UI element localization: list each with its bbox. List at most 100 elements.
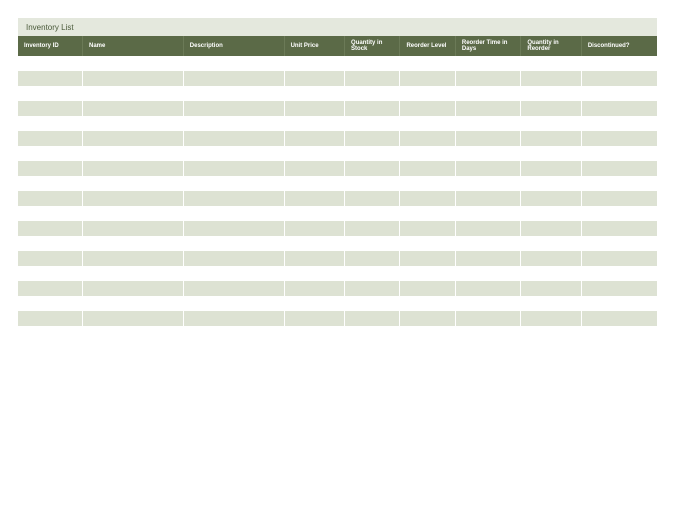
table-cell[interactable] — [183, 191, 284, 206]
table-cell[interactable] — [18, 56, 83, 71]
table-cell[interactable] — [345, 236, 400, 251]
table-cell[interactable] — [83, 116, 184, 131]
table-cell[interactable] — [581, 311, 657, 326]
table-cell[interactable] — [18, 131, 83, 146]
table-cell[interactable] — [581, 71, 657, 86]
table-cell[interactable] — [521, 176, 581, 191]
table-cell[interactable] — [581, 221, 657, 236]
table-cell[interactable] — [400, 221, 455, 236]
table-cell[interactable] — [521, 101, 581, 116]
table-cell[interactable] — [18, 251, 83, 266]
table-cell[interactable] — [83, 221, 184, 236]
table-cell[interactable] — [581, 86, 657, 101]
table-cell[interactable] — [284, 311, 344, 326]
table-cell[interactable] — [345, 176, 400, 191]
table-cell[interactable] — [581, 296, 657, 311]
table-cell[interactable] — [18, 191, 83, 206]
table-cell[interactable] — [345, 281, 400, 296]
table-cell[interactable] — [83, 71, 184, 86]
table-cell[interactable] — [521, 86, 581, 101]
table-cell[interactable] — [521, 281, 581, 296]
table-cell[interactable] — [18, 296, 83, 311]
table-cell[interactable] — [521, 191, 581, 206]
table-cell[interactable] — [284, 161, 344, 176]
table-cell[interactable] — [284, 101, 344, 116]
table-cell[interactable] — [400, 281, 455, 296]
table-cell[interactable] — [455, 236, 521, 251]
table-cell[interactable] — [521, 161, 581, 176]
table-cell[interactable] — [455, 131, 521, 146]
header-quantity-stock[interactable]: Quantity in Stock — [345, 36, 400, 56]
table-cell[interactable] — [455, 146, 521, 161]
table-cell[interactable] — [581, 131, 657, 146]
table-cell[interactable] — [455, 56, 521, 71]
table-cell[interactable] — [581, 236, 657, 251]
table-cell[interactable] — [400, 191, 455, 206]
table-cell[interactable] — [521, 56, 581, 71]
table-cell[interactable] — [18, 116, 83, 131]
table-cell[interactable] — [455, 311, 521, 326]
table-cell[interactable] — [581, 281, 657, 296]
table-cell[interactable] — [83, 86, 184, 101]
header-discontinued[interactable]: Discontinued? — [581, 36, 657, 56]
table-cell[interactable] — [455, 71, 521, 86]
table-cell[interactable] — [400, 56, 455, 71]
table-cell[interactable] — [284, 131, 344, 146]
table-cell[interactable] — [183, 71, 284, 86]
table-cell[interactable] — [521, 251, 581, 266]
table-cell[interactable] — [345, 56, 400, 71]
table-cell[interactable] — [400, 296, 455, 311]
table-cell[interactable] — [581, 251, 657, 266]
table-cell[interactable] — [83, 131, 184, 146]
table-cell[interactable] — [345, 296, 400, 311]
table-cell[interactable] — [83, 56, 184, 71]
table-cell[interactable] — [345, 101, 400, 116]
table-cell[interactable] — [581, 176, 657, 191]
table-cell[interactable] — [345, 146, 400, 161]
header-reorder-level[interactable]: Reorder Level — [400, 36, 455, 56]
table-cell[interactable] — [455, 251, 521, 266]
table-cell[interactable] — [284, 236, 344, 251]
table-cell[interactable] — [18, 71, 83, 86]
table-cell[interactable] — [183, 236, 284, 251]
table-cell[interactable] — [83, 296, 184, 311]
table-cell[interactable] — [18, 221, 83, 236]
table-cell[interactable] — [521, 236, 581, 251]
header-name[interactable]: Name — [83, 36, 184, 56]
table-cell[interactable] — [521, 296, 581, 311]
table-cell[interactable] — [400, 146, 455, 161]
table-cell[interactable] — [400, 176, 455, 191]
table-cell[interactable] — [83, 311, 184, 326]
table-cell[interactable] — [284, 266, 344, 281]
table-cell[interactable] — [455, 206, 521, 221]
table-cell[interactable] — [183, 86, 284, 101]
table-cell[interactable] — [400, 266, 455, 281]
table-cell[interactable] — [345, 161, 400, 176]
table-cell[interactable] — [183, 281, 284, 296]
table-cell[interactable] — [521, 206, 581, 221]
table-cell[interactable] — [284, 176, 344, 191]
table-cell[interactable] — [18, 101, 83, 116]
table-cell[interactable] — [183, 221, 284, 236]
table-cell[interactable] — [400, 86, 455, 101]
table-cell[interactable] — [455, 116, 521, 131]
table-cell[interactable] — [400, 161, 455, 176]
table-cell[interactable] — [345, 311, 400, 326]
table-cell[interactable] — [581, 191, 657, 206]
table-cell[interactable] — [18, 281, 83, 296]
table-cell[interactable] — [183, 101, 284, 116]
table-cell[interactable] — [183, 296, 284, 311]
table-cell[interactable] — [284, 86, 344, 101]
table-cell[interactable] — [284, 116, 344, 131]
table-cell[interactable] — [521, 146, 581, 161]
table-cell[interactable] — [521, 131, 581, 146]
table-cell[interactable] — [345, 221, 400, 236]
table-cell[interactable] — [83, 266, 184, 281]
table-cell[interactable] — [455, 86, 521, 101]
table-cell[interactable] — [521, 311, 581, 326]
table-cell[interactable] — [183, 146, 284, 161]
table-cell[interactable] — [83, 191, 184, 206]
table-cell[interactable] — [345, 191, 400, 206]
table-cell[interactable] — [83, 161, 184, 176]
table-cell[interactable] — [183, 161, 284, 176]
